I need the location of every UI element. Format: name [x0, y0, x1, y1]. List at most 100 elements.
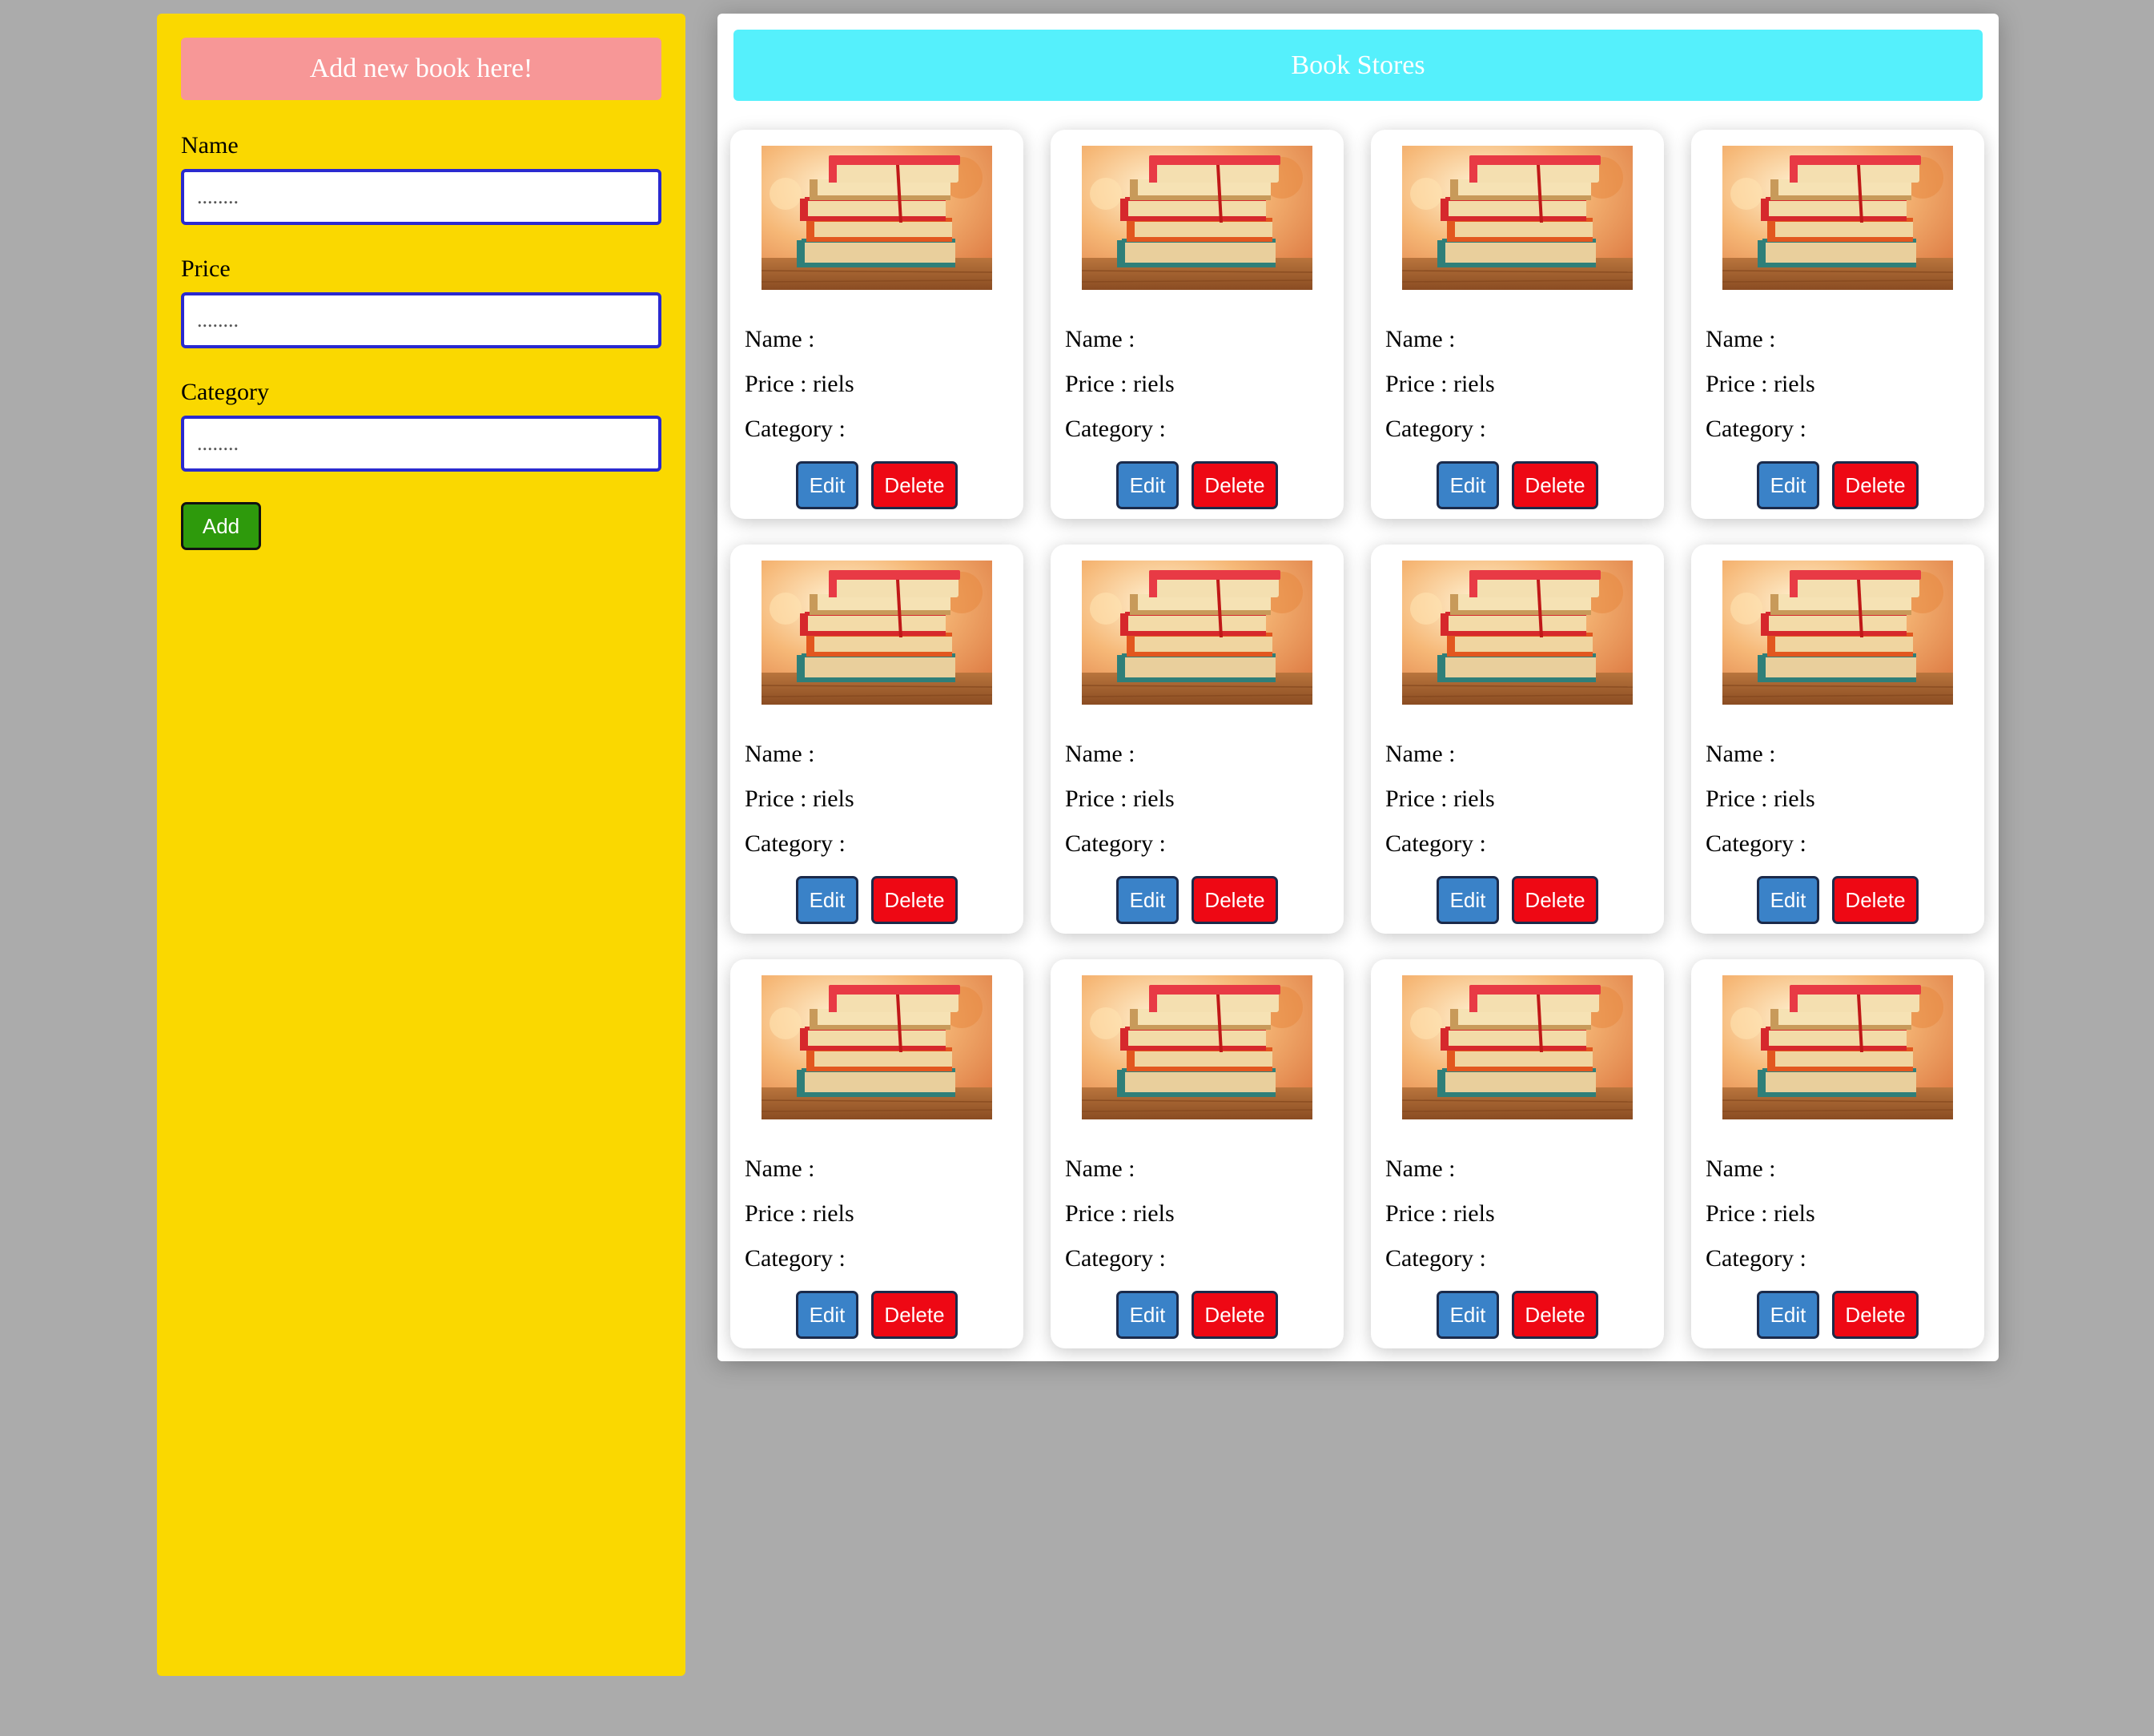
- edit-button[interactable]: Edit: [1116, 461, 1179, 509]
- book-stack-image: [1722, 561, 1953, 705]
- book-card: Name : Price : riels Category : Edit Del…: [730, 130, 1023, 519]
- book-grid: Name : Price : riels Category : Edit Del…: [730, 130, 1984, 1348]
- book-price: Price : riels: [745, 1200, 854, 1227]
- book-card: Name : Price : riels Category : Edit Del…: [730, 959, 1023, 1348]
- book-info: Name : Price : riels Category :: [1385, 317, 1495, 452]
- book-actions: Edit Delete: [1371, 461, 1664, 509]
- book-actions: Edit Delete: [730, 876, 1023, 924]
- edit-button[interactable]: Edit: [1757, 1291, 1819, 1339]
- book-price: Price : riels: [1065, 1200, 1175, 1227]
- book-info: Name : Price : riels Category :: [1065, 1147, 1175, 1281]
- book-price: Price : riels: [745, 371, 854, 397]
- book-stack-image: [1402, 146, 1633, 290]
- book-name: Name :: [1706, 1155, 1782, 1182]
- delete-button[interactable]: Delete: [1192, 1291, 1278, 1339]
- delete-button[interactable]: Delete: [1512, 876, 1598, 924]
- book-price: Price : riels: [1385, 786, 1495, 812]
- book-info: Name : Price : riels Category :: [1065, 317, 1175, 452]
- book-name: Name :: [745, 326, 821, 352]
- book-name: Name :: [1385, 1155, 1461, 1182]
- book-actions: Edit Delete: [1051, 1291, 1344, 1339]
- edit-button[interactable]: Edit: [796, 876, 858, 924]
- edit-button[interactable]: Edit: [1437, 1291, 1499, 1339]
- book-category: Category :: [745, 1245, 852, 1272]
- edit-button[interactable]: Edit: [796, 1291, 858, 1339]
- book-info: Name : Price : riels Category :: [1706, 317, 1815, 452]
- book-card: Name : Price : riels Category : Edit Del…: [1371, 545, 1664, 934]
- delete-button[interactable]: Delete: [1512, 1291, 1598, 1339]
- delete-button[interactable]: Delete: [871, 876, 958, 924]
- book-info: Name : Price : riels Category :: [1065, 732, 1175, 866]
- book-card: Name : Price : riels Category : Edit Del…: [1051, 545, 1344, 934]
- book-actions: Edit Delete: [730, 461, 1023, 509]
- book-card: Name : Price : riels Category : Edit Del…: [1691, 545, 1984, 934]
- delete-button[interactable]: Delete: [1832, 876, 1919, 924]
- book-name: Name :: [1065, 1155, 1141, 1182]
- book-actions: Edit Delete: [730, 1291, 1023, 1339]
- book-stack-image: [762, 146, 992, 290]
- book-category: Category :: [1065, 416, 1172, 442]
- delete-button[interactable]: Delete: [1832, 461, 1919, 509]
- book-actions: Edit Delete: [1051, 461, 1344, 509]
- delete-button[interactable]: Delete: [1192, 876, 1278, 924]
- book-actions: Edit Delete: [1691, 461, 1984, 509]
- book-actions: Edit Delete: [1051, 876, 1344, 924]
- book-stack-image: [1402, 975, 1633, 1119]
- edit-button[interactable]: Edit: [1757, 461, 1819, 509]
- book-price: Price : riels: [1706, 1200, 1815, 1227]
- book-category: Category :: [1706, 1245, 1813, 1272]
- book-category: Category :: [745, 416, 852, 442]
- edit-button[interactable]: Edit: [796, 461, 858, 509]
- category-label: Category: [181, 379, 269, 405]
- edit-button[interactable]: Edit: [1437, 461, 1499, 509]
- book-actions: Edit Delete: [1691, 876, 1984, 924]
- book-name: Name :: [1385, 741, 1461, 767]
- book-stack-image: [1082, 975, 1312, 1119]
- edit-button[interactable]: Edit: [1116, 876, 1179, 924]
- edit-button[interactable]: Edit: [1437, 876, 1499, 924]
- book-name: Name :: [1065, 326, 1141, 352]
- book-name: Name :: [1706, 326, 1782, 352]
- price-label: Price: [181, 255, 231, 282]
- book-info: Name : Price : riels Category :: [745, 317, 854, 452]
- book-name: Name :: [745, 741, 821, 767]
- delete-button[interactable]: Delete: [1512, 461, 1598, 509]
- book-category: Category :: [1065, 1245, 1172, 1272]
- book-info: Name : Price : riels Category :: [1706, 1147, 1815, 1281]
- category-input[interactable]: [181, 416, 661, 472]
- book-price: Price : riels: [1706, 371, 1815, 397]
- add-book-header: Add new book here!: [181, 38, 661, 100]
- book-stack-image: [1722, 975, 1953, 1119]
- book-price: Price : riels: [1065, 786, 1175, 812]
- book-info: Name : Price : riels Category :: [745, 1147, 854, 1281]
- book-actions: Edit Delete: [1371, 876, 1664, 924]
- add-button[interactable]: Add: [181, 502, 261, 550]
- book-card: Name : Price : riels Category : Edit Del…: [1691, 959, 1984, 1348]
- add-book-panel: Add new book here! Name Price Category A…: [157, 14, 685, 1676]
- name-input[interactable]: [181, 169, 661, 225]
- book-category: Category :: [745, 830, 852, 857]
- book-stack-image: [1402, 561, 1633, 705]
- price-input[interactable]: [181, 292, 661, 348]
- book-card: Name : Price : riels Category : Edit Del…: [1691, 130, 1984, 519]
- book-price: Price : riels: [745, 786, 854, 812]
- book-info: Name : Price : riels Category :: [745, 732, 854, 866]
- book-card: Name : Price : riels Category : Edit Del…: [1051, 130, 1344, 519]
- book-price: Price : riels: [1706, 786, 1815, 812]
- delete-button[interactable]: Delete: [871, 461, 958, 509]
- book-category: Category :: [1385, 830, 1493, 857]
- book-stack-image: [762, 561, 992, 705]
- book-info: Name : Price : riels Category :: [1385, 732, 1495, 866]
- delete-button[interactable]: Delete: [871, 1291, 958, 1339]
- edit-button[interactable]: Edit: [1757, 876, 1819, 924]
- book-name: Name :: [745, 1155, 821, 1182]
- book-info: Name : Price : riels Category :: [1706, 732, 1815, 866]
- book-card: Name : Price : riels Category : Edit Del…: [730, 545, 1023, 934]
- delete-button[interactable]: Delete: [1832, 1291, 1919, 1339]
- book-stack-image: [1722, 146, 1953, 290]
- book-name: Name :: [1385, 326, 1461, 352]
- edit-button[interactable]: Edit: [1116, 1291, 1179, 1339]
- book-stack-image: [762, 975, 992, 1119]
- delete-button[interactable]: Delete: [1192, 461, 1278, 509]
- book-category: Category :: [1706, 830, 1813, 857]
